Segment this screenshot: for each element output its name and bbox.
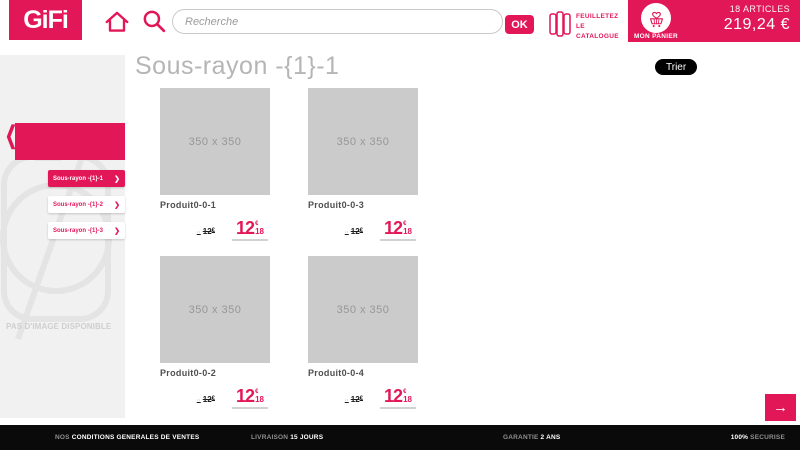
sidebar-item-sous-rayon-1[interactable]: Sous-rayon -{1}-1 ❯ bbox=[48, 170, 125, 187]
product-card[interactable]: 350 x 350 Produit0-0-2 12€ 12€18 bbox=[160, 256, 270, 409]
promo-price: 12€18 bbox=[232, 221, 268, 241]
cart-button[interactable]: MON PANIER 18 ARTICLES 219,24 € bbox=[628, 0, 800, 42]
sort-button[interactable]: Trier bbox=[655, 59, 697, 75]
old-price: 12€ bbox=[345, 227, 363, 236]
product-prices: 12€ 12€18 bbox=[160, 389, 270, 409]
catalogue-label: FEUILLETEZ LE CATALOGUE bbox=[576, 9, 619, 42]
search-ok-button[interactable]: OK bbox=[505, 15, 534, 34]
product-prices: 12€ 12€18 bbox=[160, 221, 270, 241]
promo-price: 12€18 bbox=[380, 389, 416, 409]
product-name: Produit0-0-1 bbox=[160, 200, 270, 210]
sidebar-item-label: Sous-rayon -{1}-3 bbox=[53, 228, 103, 234]
gifi-product-listing-page: GiFi OK bbox=[0, 0, 800, 450]
old-price: 12€ bbox=[197, 395, 215, 404]
product-prices: 12€ 12€18 bbox=[308, 221, 418, 241]
old-price: 12€ bbox=[345, 395, 363, 404]
old-price: 12€ bbox=[197, 227, 215, 236]
footer-livraison: LIVRAISON15 JOURS bbox=[251, 434, 323, 441]
chevron-right-icon: ❯ bbox=[114, 201, 120, 209]
sidebar-item-sous-rayon-3[interactable]: Sous-rayon -{1}-3 ❯ bbox=[48, 222, 125, 239]
cart-info: 18 ARTICLES 219,24 € bbox=[724, 4, 790, 34]
cart-items-count: 18 ARTICLES bbox=[724, 4, 790, 14]
search-icon bbox=[141, 8, 168, 35]
sidebar-item-label: Sous-rayon -{1}-1 bbox=[53, 176, 103, 182]
sidebar: PAS D'IMAGE DISPONIBLE ❮ Sous-rayon -{1}… bbox=[0, 55, 125, 418]
category-header-button[interactable] bbox=[15, 123, 125, 160]
catalogue-icon bbox=[548, 9, 572, 42]
no-image-text: PAS D'IMAGE DISPONIBLE bbox=[6, 322, 121, 331]
sidebar-item-label: Sous-rayon -{1}-2 bbox=[53, 202, 103, 208]
product-name: Produit0-0-4 bbox=[308, 368, 418, 378]
product-card[interactable]: 350 x 350 Produit0-0-3 12€ 12€18 bbox=[308, 88, 418, 241]
page-title: Sous-rayon -{1}-1 bbox=[135, 52, 339, 81]
promo-price: 12€18 bbox=[380, 221, 416, 241]
footer-conditions[interactable]: NOSCONDITIONS GENERALES DE VENTES bbox=[55, 434, 199, 441]
home-icon bbox=[103, 8, 131, 36]
price-fine-print bbox=[232, 239, 268, 241]
home-button[interactable] bbox=[103, 8, 131, 36]
product-image-placeholder: 350 x 350 bbox=[160, 256, 270, 363]
price-fine-print bbox=[380, 239, 416, 241]
chevron-right-icon: ❯ bbox=[114, 227, 120, 235]
gifi-logo[interactable]: GiFi bbox=[9, 0, 82, 40]
search-input[interactable] bbox=[172, 9, 503, 34]
footer-garantie: GARANTIE2 ANS bbox=[503, 434, 560, 441]
product-name: Produit0-0-2 bbox=[160, 368, 270, 378]
product-prices: 12€ 12€18 bbox=[308, 389, 418, 409]
cart-total: 219,24 € bbox=[724, 16, 790, 34]
footer-securise: 100%SECURISE bbox=[729, 434, 785, 441]
header: GiFi OK bbox=[0, 0, 800, 45]
search-bar bbox=[172, 9, 503, 34]
product-image-placeholder: 350 x 350 bbox=[308, 88, 418, 195]
catalogue-link[interactable]: FEUILLETEZ LE CATALOGUE bbox=[548, 9, 619, 42]
product-name: Produit0-0-3 bbox=[308, 200, 418, 210]
cart-heart-icon bbox=[646, 8, 667, 29]
product-card[interactable]: 350 x 350 Produit0-0-1 12€ 12€18 bbox=[160, 88, 270, 241]
product-image-placeholder: 350 x 350 bbox=[160, 88, 270, 195]
price-fine-print bbox=[380, 407, 416, 409]
arrow-right-icon: → bbox=[773, 399, 788, 416]
cart-label: MON PANIER bbox=[628, 33, 684, 40]
price-fine-print bbox=[232, 407, 268, 409]
next-page-button[interactable]: → bbox=[765, 394, 796, 421]
footer-bar: NOSCONDITIONS GENERALES DE VENTES LIVRAI… bbox=[0, 425, 800, 450]
cart-icon-circle bbox=[641, 3, 671, 33]
promo-price: 12€18 bbox=[232, 389, 268, 409]
chevron-right-icon: ❯ bbox=[114, 175, 120, 183]
sidebar-item-sous-rayon-2[interactable]: Sous-rayon -{1}-2 ❯ bbox=[48, 196, 125, 213]
product-image-placeholder: 350 x 350 bbox=[308, 256, 418, 363]
product-card[interactable]: 350 x 350 Produit0-0-4 12€ 12€18 bbox=[308, 256, 418, 409]
